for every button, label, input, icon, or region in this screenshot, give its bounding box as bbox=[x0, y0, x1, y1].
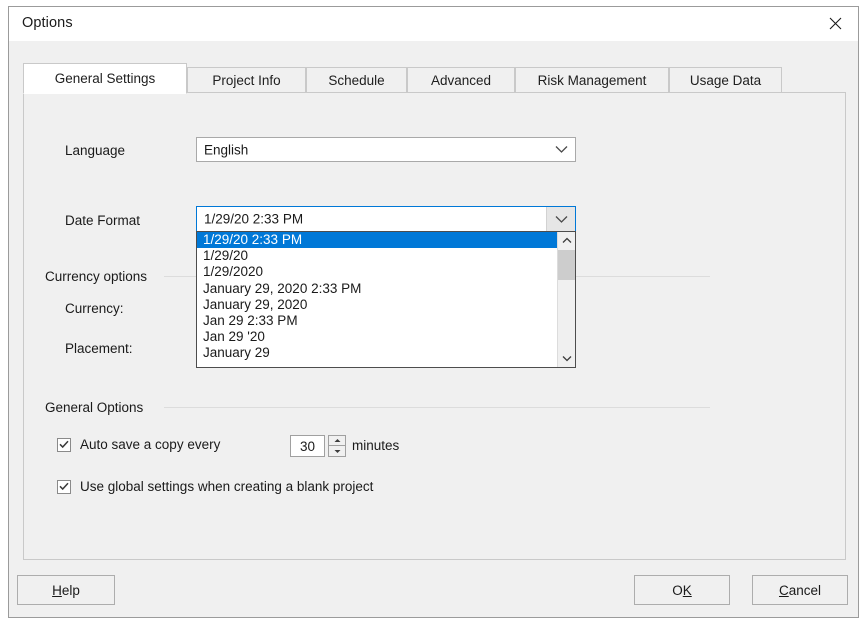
dropdown-option[interactable]: Jan 29 '20 bbox=[197, 329, 575, 345]
global-settings-label: Use global settings when creating a blan… bbox=[80, 479, 373, 494]
dropdown-option[interactable]: 1/29/20 bbox=[197, 248, 575, 264]
autosave-unit-label: minutes bbox=[352, 438, 399, 453]
dropdown-scrollbar[interactable] bbox=[557, 232, 575, 367]
dropdown-option[interactable]: January 29 bbox=[197, 345, 575, 361]
tab-label: Advanced bbox=[431, 73, 491, 88]
chevron-down-icon[interactable] bbox=[546, 207, 575, 231]
date-format-label: Date Format bbox=[65, 213, 140, 228]
close-icon[interactable] bbox=[812, 7, 858, 40]
date-format-value: 1/29/20 2:33 PM bbox=[204, 212, 303, 227]
help-rest: elp bbox=[62, 583, 80, 598]
date-format-combobox[interactable]: 1/29/20 2:33 PM bbox=[196, 206, 576, 232]
title-bar: Options bbox=[9, 7, 858, 41]
language-value: English bbox=[204, 142, 248, 157]
general-settings-panel: Language English For changes to take eff… bbox=[23, 92, 846, 560]
tab-schedule[interactable]: Schedule bbox=[306, 67, 407, 93]
currency-group-title: Currency options bbox=[45, 269, 147, 284]
scrollbar-thumb[interactable] bbox=[558, 250, 575, 280]
ok-button-label: OK bbox=[672, 583, 692, 598]
ok-pre: O bbox=[672, 583, 683, 598]
tab-label: General Settings bbox=[55, 71, 156, 86]
spinner-down-icon[interactable] bbox=[328, 446, 346, 457]
general-options-separator bbox=[164, 407, 710, 408]
tab-strip: General Settings Project Info Schedule A… bbox=[23, 63, 846, 93]
ok-accel: K bbox=[683, 583, 692, 598]
spinner-up-icon[interactable] bbox=[328, 435, 346, 446]
chevron-down-icon[interactable] bbox=[547, 138, 575, 161]
tab-general-settings[interactable]: General Settings bbox=[23, 63, 187, 94]
autosave-minutes-stepper[interactable] bbox=[328, 435, 346, 457]
cancel-button-label: Cancel bbox=[779, 583, 821, 598]
dropdown-option[interactable]: January 29, 2020 2:33 PM bbox=[197, 281, 575, 297]
tab-advanced[interactable]: Advanced bbox=[407, 67, 515, 93]
dropdown-option[interactable]: January 29, 2020 bbox=[197, 297, 575, 313]
dropdown-option[interactable]: 1/29/2020 bbox=[197, 264, 575, 280]
placement-label: Placement: bbox=[65, 341, 133, 356]
cancel-button[interactable]: Cancel bbox=[752, 575, 848, 605]
tab-label: Schedule bbox=[328, 73, 384, 88]
help-accel: H bbox=[52, 583, 62, 598]
language-label: Language bbox=[65, 143, 125, 158]
autosave-minutes-input[interactable]: 30 bbox=[290, 435, 325, 457]
help-button-label: Help bbox=[52, 583, 80, 598]
global-settings-checkbox-row[interactable]: Use global settings when creating a blan… bbox=[57, 479, 373, 494]
dropdown-option[interactable]: Jan 29 2:33 PM bbox=[197, 313, 575, 329]
tab-usage-data[interactable]: Usage Data bbox=[669, 67, 782, 93]
tab-label: Usage Data bbox=[690, 73, 761, 88]
checkbox-checked-icon[interactable] bbox=[57, 480, 71, 494]
tab-label: Risk Management bbox=[538, 73, 647, 88]
checkbox-checked-icon[interactable] bbox=[57, 438, 71, 452]
date-format-dropdown-list[interactable]: 1/29/20 2:33 PM 1/29/20 1/29/2020 Januar… bbox=[196, 231, 576, 368]
autosave-minutes-value: 30 bbox=[300, 439, 315, 454]
dropdown-option[interactable]: 1/29/20 2:33 PM bbox=[197, 232, 575, 248]
currency-label: Currency: bbox=[65, 301, 124, 316]
window-title: Options bbox=[22, 15, 73, 31]
general-options-group-title: General Options bbox=[45, 400, 143, 415]
autosave-label: Auto save a copy every bbox=[80, 437, 220, 452]
help-button[interactable]: Help bbox=[17, 575, 115, 605]
cancel-rest: ancel bbox=[789, 583, 821, 598]
options-dialog: Options General Settings Project Info Sc… bbox=[8, 6, 859, 618]
ok-button[interactable]: OK bbox=[634, 575, 730, 605]
tab-risk-management[interactable]: Risk Management bbox=[515, 67, 669, 93]
tab-project-info[interactable]: Project Info bbox=[187, 67, 306, 93]
chevron-up-icon[interactable] bbox=[558, 232, 575, 249]
chevron-down-icon[interactable] bbox=[558, 350, 575, 367]
cancel-accel: C bbox=[779, 583, 789, 598]
autosave-checkbox-row[interactable]: Auto save a copy every bbox=[57, 437, 220, 452]
tab-label: Project Info bbox=[212, 73, 280, 88]
language-combobox[interactable]: English bbox=[196, 137, 576, 162]
